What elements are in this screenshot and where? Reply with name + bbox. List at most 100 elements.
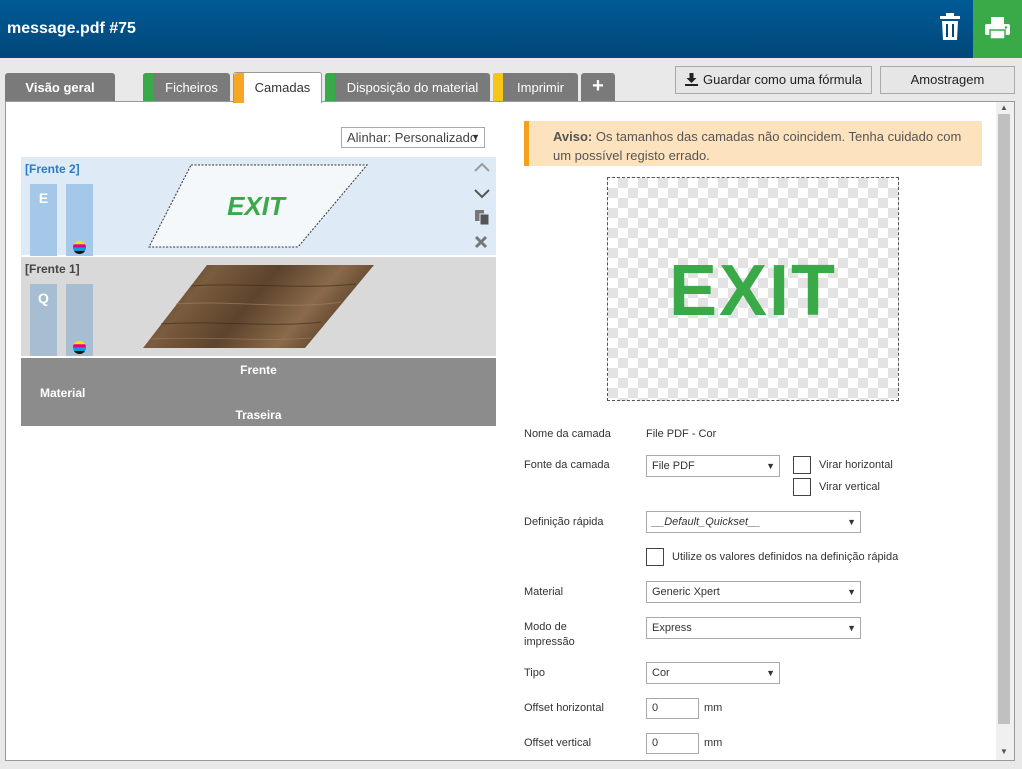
- close-icon: [474, 235, 488, 249]
- copy-icon: [475, 210, 490, 226]
- scroll-down-icon[interactable]: ▼: [1000, 747, 1008, 756]
- use-quickset-checkbox[interactable]: [646, 548, 664, 566]
- chevron-down-icon: [474, 189, 490, 199]
- print-mode-value: Express: [652, 622, 692, 634]
- chevron-down-icon: ▼: [847, 517, 856, 527]
- tab-stripe: [143, 73, 153, 101]
- tab-stripe: [234, 73, 244, 103]
- app-header: message.pdf #75: [0, 0, 1022, 58]
- layer-title: [Frente 2]: [25, 162, 80, 176]
- job-title: message.pdf #75: [7, 20, 136, 37]
- layer-source-select[interactable]: File PDF ▼: [646, 455, 780, 477]
- tab-label: Camadas: [254, 80, 311, 95]
- warning-label: Aviso:: [553, 129, 593, 144]
- offset-horizontal-label: Offset horizontal: [524, 702, 604, 714]
- material-value: Generic Xpert: [652, 586, 720, 598]
- printer-icon: [985, 17, 1010, 40]
- offset-horizontal-input[interactable]: 0: [646, 698, 699, 719]
- layer-letter-badge: Q: [30, 284, 57, 356]
- quickset-label: Definição rápida: [524, 516, 604, 528]
- tab-label: Imprimir: [517, 80, 564, 95]
- save-as-formula-label: Guardar como uma fórmula: [703, 72, 862, 87]
- tab-overview[interactable]: Visão geral: [5, 73, 115, 101]
- type-value: Cor: [652, 667, 670, 679]
- tab-files[interactable]: Ficheiros: [143, 73, 230, 101]
- download-icon: [685, 73, 699, 86]
- chevron-up-icon: [474, 162, 490, 172]
- warning-text: Os tamanhos das camadas não coincidem. T…: [553, 129, 962, 163]
- material-label: Material: [40, 386, 86, 400]
- wood-material-thumbnail: [143, 265, 374, 348]
- layer-source-value: File PDF: [652, 460, 695, 472]
- artwork-text: EXIT: [227, 191, 287, 221]
- scroll-up-icon[interactable]: ▲: [1000, 103, 1008, 112]
- tab-stripe: [493, 73, 503, 101]
- layer-artwork-thumbnail: EXIT: [148, 164, 369, 248]
- warning-banner: Aviso: Os tamanhos das camadas não coinc…: [524, 121, 982, 166]
- flip-vertical-label: Virar vertical: [819, 481, 880, 493]
- use-quickset-label: Utilize os valores definidos na definiçã…: [672, 551, 899, 563]
- flip-horizontal-checkbox[interactable]: [793, 456, 811, 474]
- tab-layers[interactable]: Camadas: [233, 72, 322, 103]
- offset-vertical-value: 0: [652, 737, 659, 749]
- print-mode-label: Modo de impressão: [524, 621, 575, 648]
- save-as-formula-button[interactable]: Guardar como uma fórmula: [675, 66, 872, 94]
- tab-print[interactable]: Imprimir: [493, 73, 578, 101]
- front-label: Frente: [240, 363, 277, 377]
- type-select[interactable]: Cor ▼: [646, 662, 780, 684]
- chevron-down-icon: ▼: [766, 461, 775, 471]
- material-label: Material: [524, 586, 564, 598]
- tab-label: Visão geral: [25, 80, 95, 95]
- duplicate-layer-button[interactable]: [474, 209, 490, 228]
- layer-color-bar: [66, 284, 93, 356]
- quickset-value: __Default_Quickset__: [652, 516, 761, 528]
- layer-name-value: File PDF - Cor: [646, 428, 717, 440]
- material-stack-bar: Frente Material Traseira: [21, 358, 496, 426]
- quickset-select[interactable]: __Default_Quickset__ ▼: [646, 511, 861, 533]
- sample-label: Amostragem: [910, 72, 985, 87]
- chevron-down-icon: ▼: [766, 668, 775, 678]
- layer-color-bar: [66, 184, 93, 256]
- flip-vertical-checkbox[interactable]: [793, 478, 811, 496]
- print-mode-select[interactable]: Express ▼: [646, 617, 861, 639]
- layer-source-label: Fonte da camada: [524, 459, 610, 471]
- add-tab-button[interactable]: +: [581, 73, 615, 101]
- scrollbar-thumb[interactable]: [998, 114, 1010, 724]
- layer-preview: EXIT: [607, 177, 899, 401]
- cmyk-icon: [73, 341, 86, 354]
- flip-horizontal-label: Virar horizontal: [819, 459, 893, 471]
- offset-vertical-input[interactable]: 0: [646, 733, 699, 754]
- move-up-button[interactable]: [474, 159, 490, 175]
- layer-letter-badge: E: [30, 184, 57, 256]
- print-button[interactable]: [973, 0, 1022, 58]
- offset-vertical-label: Offset vertical: [524, 737, 592, 749]
- tab-stripe: [325, 73, 335, 101]
- layer-title: [Frente 1]: [25, 262, 80, 276]
- vertical-scrollbar[interactable]: ▲ ▼: [996, 102, 1014, 760]
- back-label: Traseira: [235, 408, 282, 422]
- align-select[interactable]: Alinhar: Personalizado ▼: [341, 127, 485, 148]
- move-down-button[interactable]: [474, 186, 490, 202]
- preview-artwork-text: EXIT: [668, 251, 838, 331]
- chevron-down-icon: ▼: [847, 623, 856, 633]
- offset-horizontal-unit: mm: [704, 702, 723, 714]
- layer-item[interactable]: [Frente 1] Q: [21, 257, 496, 356]
- material-select[interactable]: Generic Xpert ▼: [646, 581, 861, 603]
- offset-horizontal-value: 0: [652, 702, 659, 714]
- type-label: Tipo: [524, 667, 545, 679]
- tab-label: Ficheiros: [165, 80, 218, 95]
- tab-label: Disposição do material: [346, 80, 479, 95]
- chevron-down-icon: ▼: [471, 132, 480, 142]
- chevron-down-icon: ▼: [847, 587, 856, 597]
- align-value: Alinhar: Personalizado: [347, 130, 478, 145]
- plus-icon: +: [592, 75, 604, 97]
- delete-layer-button[interactable]: [474, 235, 488, 252]
- sample-button[interactable]: Amostragem: [880, 66, 1015, 94]
- delete-job-button[interactable]: [938, 13, 962, 41]
- offset-vertical-unit: mm: [704, 737, 723, 749]
- tab-media-layout[interactable]: Disposição do material: [325, 73, 490, 101]
- layer-name-label: Nome da camada: [524, 428, 611, 440]
- trash-icon: [940, 13, 960, 40]
- layer-item[interactable]: [Frente 2] E EXIT: [21, 157, 496, 256]
- cmyk-icon: [73, 241, 86, 254]
